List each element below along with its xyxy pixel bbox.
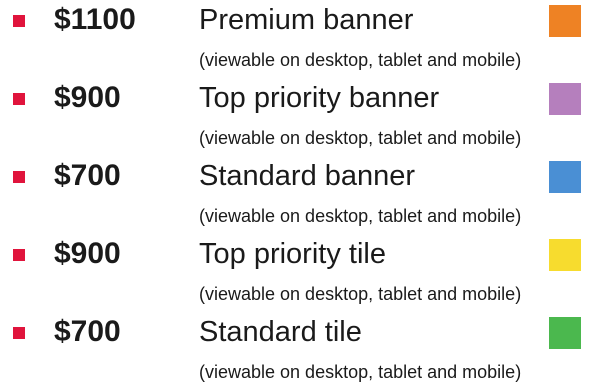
color-swatch (549, 83, 581, 115)
item-label: Standard tile (199, 316, 362, 348)
list-item: $900 Top priority tile (viewable on desk… (0, 234, 589, 312)
price: $700 (54, 315, 121, 348)
color-swatch (549, 239, 581, 271)
list-item: $1100 Premium banner (viewable on deskto… (0, 0, 589, 78)
price: $900 (54, 81, 121, 114)
bullet-icon (13, 93, 25, 105)
item-note: (viewable on desktop, tablet and mobile) (199, 50, 522, 70)
list-item: $700 Standard banner (viewable on deskto… (0, 156, 589, 234)
item-label: Top priority tile (199, 238, 386, 270)
color-swatch (549, 5, 581, 37)
price: $1100 (54, 3, 136, 36)
price: $700 (54, 159, 121, 192)
item-note: (viewable on desktop, tablet and mobile) (199, 284, 522, 304)
bullet-icon (13, 15, 25, 27)
item-note: (viewable on desktop, tablet and mobile) (199, 206, 522, 226)
color-swatch (549, 317, 581, 349)
item-label: Top priority banner (199, 82, 440, 114)
price: $900 (54, 237, 121, 270)
list-item: $900 Top priority banner (viewable on de… (0, 78, 589, 156)
list-item: $700 Standard tile (viewable on desktop,… (0, 312, 589, 390)
item-label: Standard banner (199, 160, 416, 192)
item-label: Premium banner (199, 4, 414, 36)
bullet-icon (13, 249, 25, 261)
color-swatch (549, 161, 581, 193)
bullet-icon (13, 327, 25, 339)
item-note: (viewable on desktop, tablet and mobile) (199, 128, 522, 148)
bullet-icon (13, 171, 25, 183)
item-note: (viewable on desktop, tablet and mobile) (199, 362, 522, 382)
pricing-list: $1100 Premium banner (viewable on deskto… (0, 0, 589, 391)
